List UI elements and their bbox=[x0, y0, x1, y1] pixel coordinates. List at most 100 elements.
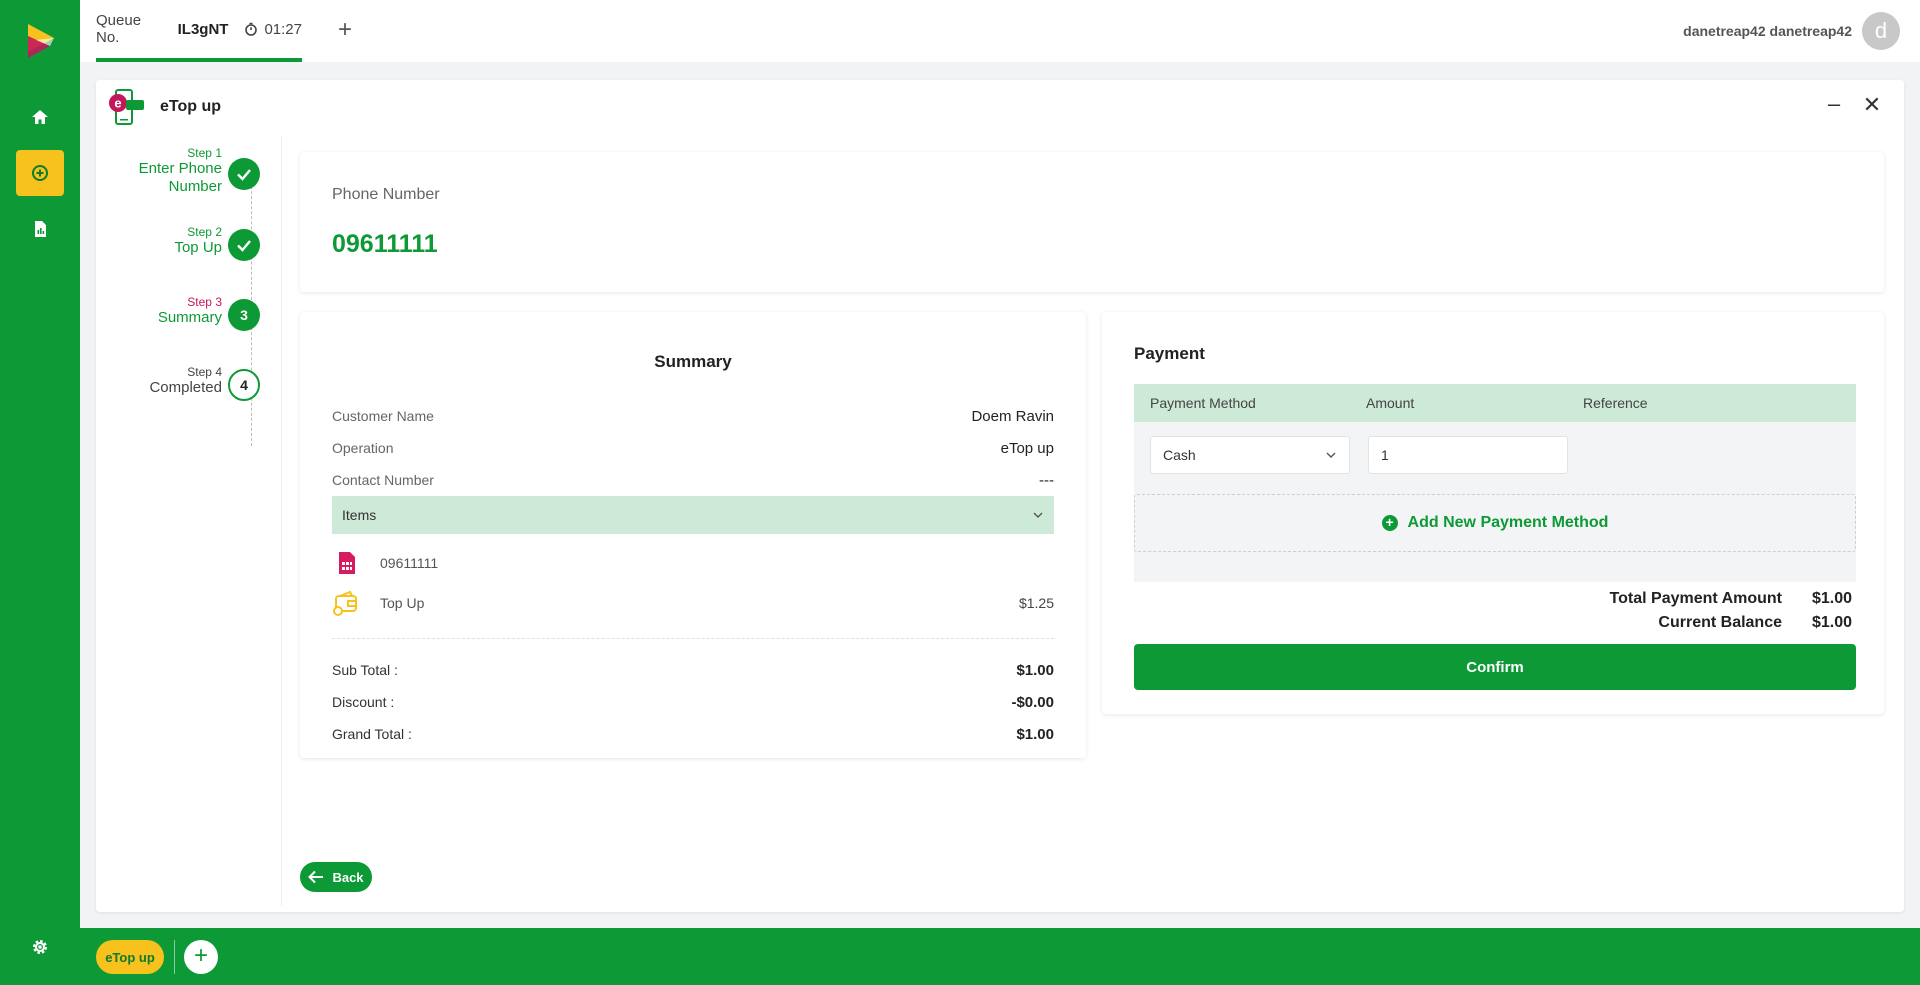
payment-title: Payment bbox=[1134, 344, 1205, 363]
confirm-button[interactable]: Confirm bbox=[1134, 644, 1856, 690]
total-key: Sub Total : bbox=[332, 662, 398, 678]
amount-input[interactable] bbox=[1368, 436, 1568, 474]
step-3-label: Summary bbox=[157, 309, 222, 326]
summary-card: Summary Customer Name Doem Ravin Operati… bbox=[300, 312, 1086, 758]
total-value: $1.00 bbox=[1016, 662, 1054, 679]
nav-reports[interactable] bbox=[16, 206, 64, 252]
gear-icon bbox=[33, 940, 47, 954]
step-3-badge: 3 bbox=[228, 299, 260, 331]
user-menu[interactable]: danetreap42 danetreap42 d bbox=[1683, 12, 1900, 50]
total-row: Discount : -$0.00 bbox=[332, 694, 1054, 711]
check-icon bbox=[237, 169, 251, 181]
sim-card-icon bbox=[339, 552, 355, 574]
item-name: 09611111 bbox=[380, 555, 439, 571]
divider bbox=[332, 638, 1054, 639]
nav-settings[interactable] bbox=[16, 924, 64, 970]
arrow-left-icon bbox=[308, 870, 324, 884]
panel-title: eTop up bbox=[160, 98, 222, 115]
left-rail bbox=[0, 0, 80, 985]
total-key: Discount : bbox=[332, 694, 395, 710]
list-item: 09611111 bbox=[332, 548, 1054, 578]
stepper: Step 1 Enter Phone Number Step 2 Top Up … bbox=[96, 136, 282, 906]
step-1-check bbox=[228, 158, 260, 190]
check-icon bbox=[237, 240, 251, 252]
summary-row-value: --- bbox=[1039, 472, 1054, 489]
divider bbox=[174, 940, 175, 974]
summary-row: Customer Name Doem Ravin bbox=[332, 408, 1054, 425]
total-payment-row: Total Payment Amount $1.00 bbox=[1609, 590, 1853, 608]
current-balance-value: $1.00 bbox=[1812, 614, 1853, 631]
total-payment-value: $1.00 bbox=[1812, 590, 1853, 607]
add-queue-tab-button[interactable]: + bbox=[334, 18, 356, 42]
payment-method-select[interactable]: Cash bbox=[1150, 436, 1350, 474]
step-2-label: Top Up bbox=[174, 239, 222, 256]
nav-home[interactable] bbox=[16, 94, 64, 140]
bottom-bar: eTop up + bbox=[80, 928, 1920, 985]
chevron-down-icon bbox=[1033, 512, 1043, 518]
chevron-down-icon bbox=[1326, 452, 1336, 458]
queue-timer: 01:27 bbox=[244, 21, 302, 38]
phone-number-card: Phone Number 09611111 bbox=[300, 152, 1884, 292]
total-payment-label: Total Payment Amount bbox=[1609, 590, 1782, 607]
step-1-label-line1: Enter Phone bbox=[138, 160, 222, 177]
item-name: Top Up bbox=[380, 595, 425, 611]
items-accordion[interactable]: Items bbox=[332, 496, 1054, 534]
avatar: d bbox=[1862, 12, 1900, 50]
stopwatch-icon bbox=[245, 22, 258, 36]
list-item: Top Up $1.25 bbox=[332, 588, 1054, 618]
add-payment-method-button[interactable]: + Add New Payment Method bbox=[1134, 494, 1856, 552]
header-amount: Amount bbox=[1366, 395, 1415, 411]
summary-row-value: eTop up bbox=[1000, 440, 1054, 457]
step-2: Step 2 Top Up bbox=[96, 225, 266, 275]
current-balance-label: Current Balance bbox=[1658, 614, 1782, 631]
items-label: Items bbox=[342, 507, 377, 523]
total-row: Grand Total : $1.00 bbox=[332, 726, 1054, 743]
plus-circle-icon: + bbox=[1381, 515, 1398, 531]
total-value: -$0.00 bbox=[1011, 694, 1054, 711]
payment-method-value: Cash bbox=[1163, 447, 1196, 463]
payment-table-body: Cash + Add New Payment Method bbox=[1134, 422, 1856, 582]
header-payment-method: Payment Method bbox=[1150, 395, 1256, 411]
username: danetreap42 danetreap42 bbox=[1683, 23, 1852, 39]
summary-row: Operation eTop up bbox=[332, 440, 1054, 457]
step-2-number-label: Step 2 bbox=[187, 225, 222, 239]
step-4-badge: 4 bbox=[228, 369, 260, 401]
nav-new-transaction[interactable] bbox=[16, 150, 64, 196]
close-button[interactable]: ✕ bbox=[1860, 94, 1884, 118]
svg-text:e: e bbox=[114, 96, 121, 111]
queue-tab[interactable]: Queue No. IL3gNT 01:27 bbox=[96, 0, 302, 62]
summary-row: Contact Number --- bbox=[332, 472, 1054, 489]
queue-label: Queue No. bbox=[96, 12, 142, 46]
open-task-chip[interactable]: eTop up bbox=[96, 940, 164, 974]
summary-row-value: Doem Ravin bbox=[971, 408, 1054, 425]
add-task-button[interactable]: + bbox=[184, 940, 218, 974]
header-reference: Reference bbox=[1583, 395, 1648, 411]
app-logo bbox=[28, 24, 54, 58]
top-bar: Queue No. IL3gNT 01:27 + danetreap42 dan… bbox=[80, 0, 1920, 62]
total-value: $1.00 bbox=[1016, 726, 1054, 743]
summary-row-key: Contact Number bbox=[332, 472, 434, 488]
step-4: Step 4 Completed 4 bbox=[96, 365, 266, 415]
wallet-icon bbox=[333, 590, 357, 616]
queue-number: IL3gNT bbox=[177, 20, 229, 38]
etopup-panel: e eTop up – ✕ Step 1 Enter Phone Number … bbox=[96, 80, 1904, 912]
summary-row-key: Customer Name bbox=[332, 408, 434, 424]
step-2-check bbox=[228, 229, 260, 261]
step-4-number-label: Step 4 bbox=[187, 365, 222, 379]
back-button[interactable]: Back bbox=[300, 862, 372, 892]
total-row: Sub Total : $1.00 bbox=[332, 662, 1054, 679]
summary-row-key: Operation bbox=[332, 440, 394, 456]
home-icon bbox=[32, 110, 48, 124]
current-balance-row: Current Balance $1.00 bbox=[1658, 614, 1852, 632]
minimize-button[interactable]: – bbox=[1822, 93, 1846, 118]
step-3-number-label: Step 3 bbox=[187, 295, 222, 309]
report-icon bbox=[35, 221, 46, 237]
back-label: Back bbox=[332, 869, 364, 885]
step-1-number-label: Step 1 bbox=[187, 146, 222, 160]
payment-table-header: Payment Method Amount Reference bbox=[1134, 384, 1856, 422]
step-3: Step 3 Summary 3 bbox=[96, 295, 266, 345]
payment-card: Payment Payment Method Amount Reference … bbox=[1102, 312, 1884, 714]
step-4-label: Completed bbox=[149, 379, 222, 396]
step-1-label-line2: Number bbox=[168, 178, 222, 195]
item-price: $1.25 bbox=[1018, 595, 1054, 611]
